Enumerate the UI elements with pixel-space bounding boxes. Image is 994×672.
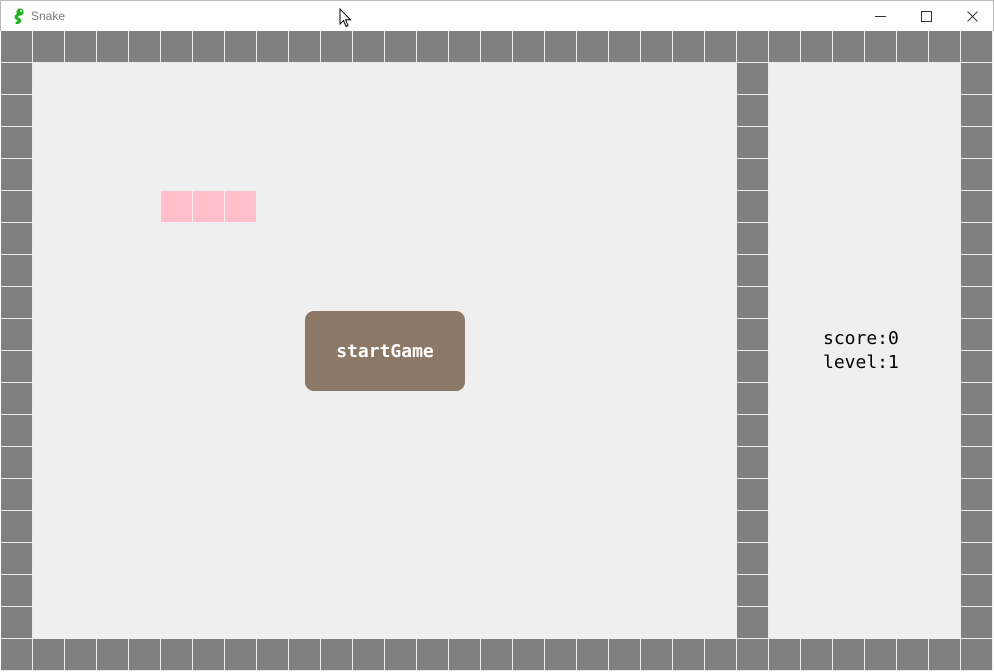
side-panel: score:0 level:1 xyxy=(769,63,961,639)
minimize-icon xyxy=(874,15,886,17)
start-game-button[interactable]: startGame xyxy=(305,311,465,391)
title-bar[interactable]: Snake xyxy=(0,0,994,31)
snake-segment xyxy=(225,191,256,222)
minimize-button[interactable] xyxy=(857,1,903,31)
snake-segment xyxy=(193,191,224,222)
stats: score:0 level:1 xyxy=(823,327,899,375)
snake xyxy=(161,191,257,223)
mouse-cursor-icon xyxy=(339,8,352,28)
close-icon xyxy=(966,10,978,22)
close-button[interactable] xyxy=(949,1,994,31)
game-canvas[interactable]: startGame score:0 level:1 xyxy=(1,31,993,671)
play-field: startGame xyxy=(33,63,737,639)
window-title: Snake xyxy=(31,9,66,23)
maximize-button[interactable] xyxy=(903,1,949,31)
score-label: score:0 xyxy=(823,328,899,349)
snake-segment xyxy=(161,191,192,222)
level-label: level:1 xyxy=(823,352,899,373)
maximize-icon xyxy=(920,10,932,22)
snake-icon xyxy=(12,8,26,25)
